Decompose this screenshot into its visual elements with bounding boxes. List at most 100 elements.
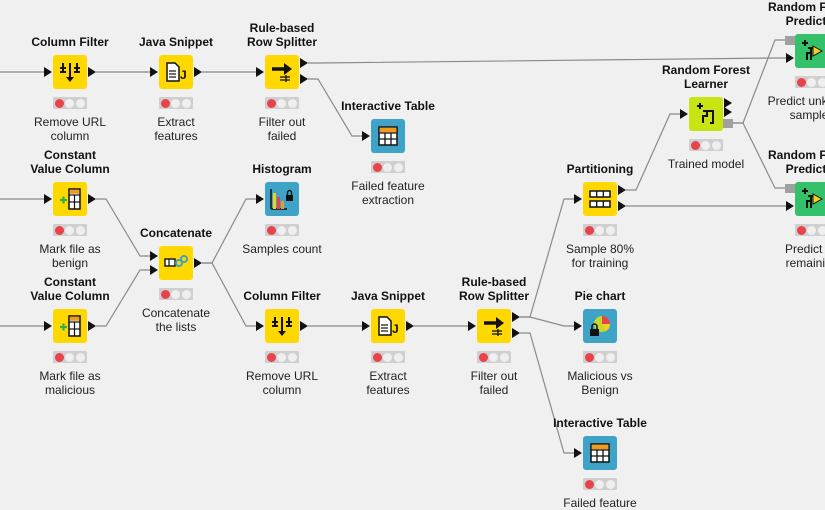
input-port[interactable] — [150, 67, 158, 77]
node-body[interactable] — [53, 309, 87, 343]
input-port[interactable] — [574, 194, 582, 204]
status-light-red — [690, 140, 700, 150]
node-title-line: Random Forest — [767, 0, 825, 14]
node-annotation[interactable]: Concatenate the lists — [116, 306, 236, 334]
input-port[interactable] — [468, 321, 476, 331]
model-output-port[interactable] — [723, 119, 733, 128]
node-body[interactable] — [159, 246, 193, 280]
node-status-indicator — [53, 224, 87, 236]
status-light-red — [372, 352, 382, 362]
svg-text:J: J — [180, 68, 187, 82]
model-input-port[interactable] — [785, 36, 795, 45]
status-light-off — [65, 352, 75, 362]
status-light-off — [288, 225, 298, 235]
input-port[interactable] — [362, 131, 370, 141]
node-annotation[interactable]: Extract features — [328, 369, 448, 397]
node-annotation[interactable]: Failed feature — [540, 496, 660, 510]
input-port[interactable] — [150, 265, 158, 275]
node-body[interactable]: J — [159, 55, 193, 89]
status-light-off — [701, 140, 711, 150]
input-port[interactable] — [786, 53, 794, 63]
row-splitter-icon — [270, 61, 294, 83]
output-port[interactable] — [88, 67, 96, 77]
node-annotation[interactable]: Remove URL column — [222, 369, 342, 397]
node-annotation[interactable]: Filter out failed — [434, 369, 554, 397]
output-port[interactable] — [88, 321, 96, 331]
node-body[interactable] — [265, 55, 299, 89]
input-port[interactable] — [574, 448, 582, 458]
input-port[interactable] — [256, 321, 264, 331]
input-port[interactable] — [786, 201, 794, 211]
connection-wire[interactable] — [520, 316, 574, 327]
model-input-port[interactable] — [785, 184, 795, 193]
output-port[interactable] — [300, 321, 308, 331]
status-light-red — [796, 225, 806, 235]
node-body[interactable] — [583, 309, 617, 343]
input-port[interactable] — [256, 194, 264, 204]
node-annotation[interactable]: Failed feature extraction — [328, 179, 448, 207]
node-body[interactable] — [583, 436, 617, 470]
node-title: Rule-based Row Splitter — [222, 21, 342, 49]
input-port[interactable] — [44, 321, 52, 331]
node-body[interactable]: J — [371, 309, 405, 343]
status-light-off — [277, 98, 287, 108]
node-body[interactable] — [583, 182, 617, 216]
node-body[interactable] — [53, 55, 87, 89]
output-port[interactable] — [300, 58, 308, 68]
status-light-off — [171, 289, 181, 299]
output-port[interactable] — [88, 194, 96, 204]
node-annotation[interactable]: Remove URL column — [10, 115, 130, 143]
output-port[interactable] — [194, 67, 202, 77]
status-light-off — [182, 98, 192, 108]
node-body[interactable] — [477, 309, 511, 343]
node-annotation[interactable]: Predict unknownsamples — [752, 94, 825, 122]
node-title: Histogram — [222, 162, 342, 176]
node-body[interactable] — [371, 119, 405, 153]
node-annotation[interactable]: Extract features — [116, 115, 236, 143]
output-port[interactable] — [618, 201, 626, 211]
node-annotation[interactable]: Sample 80% for training — [540, 242, 660, 270]
node-annotation[interactable]: Samples count — [222, 242, 342, 256]
input-port[interactable] — [680, 109, 688, 119]
output-port[interactable] — [300, 74, 308, 84]
node-annotation-line: malicious — [44, 383, 95, 397]
node-annotation[interactable]: Predict onremaining — [752, 242, 825, 270]
output-port[interactable] — [618, 185, 626, 195]
input-port[interactable] — [44, 67, 52, 77]
node-annotation[interactable]: Mark file as benign — [10, 242, 130, 270]
output-port[interactable] — [194, 258, 202, 268]
node-annotation-line: Extract — [157, 115, 195, 129]
node-annotation-line: Failed feature — [351, 179, 425, 193]
output-port[interactable] — [724, 107, 732, 117]
node-body[interactable] — [795, 182, 825, 216]
node-body[interactable] — [689, 97, 723, 131]
node-annotation[interactable]: Mark file as malicious — [10, 369, 130, 397]
node-body[interactable] — [53, 182, 87, 216]
node-body[interactable] — [265, 182, 299, 216]
status-light-red — [796, 77, 806, 87]
node-annotation-line: Failed feature — [563, 496, 637, 510]
node-body[interactable] — [795, 34, 825, 68]
node-status-indicator — [53, 97, 87, 109]
node-body[interactable] — [265, 309, 299, 343]
output-port[interactable] — [512, 312, 520, 322]
node-title-line: Partitioning — [566, 162, 634, 176]
node-annotation[interactable]: Filter out failed — [222, 115, 342, 143]
input-port[interactable] — [150, 251, 158, 261]
node-annotation[interactable]: Trained model — [646, 157, 766, 171]
input-port[interactable] — [574, 321, 582, 331]
input-port[interactable] — [362, 321, 370, 331]
status-light-off — [595, 479, 605, 489]
node-annotation-line: remaining — [785, 256, 825, 270]
output-port[interactable] — [406, 321, 414, 331]
input-port[interactable] — [44, 194, 52, 204]
node-annotation-line: for training — [571, 256, 629, 270]
connection-wire[interactable] — [626, 113, 680, 191]
node-status-indicator — [689, 139, 723, 151]
output-port[interactable] — [512, 328, 520, 338]
node-annotation[interactable]: Malicious vs Benign — [540, 369, 660, 397]
workflow-canvas[interactable]: Column Filter Remove URL column Java Snippe… — [0, 0, 825, 510]
input-port[interactable] — [256, 67, 264, 77]
node-title-line: Pie chart — [574, 289, 626, 303]
node-title-line: Value Column — [30, 162, 110, 176]
